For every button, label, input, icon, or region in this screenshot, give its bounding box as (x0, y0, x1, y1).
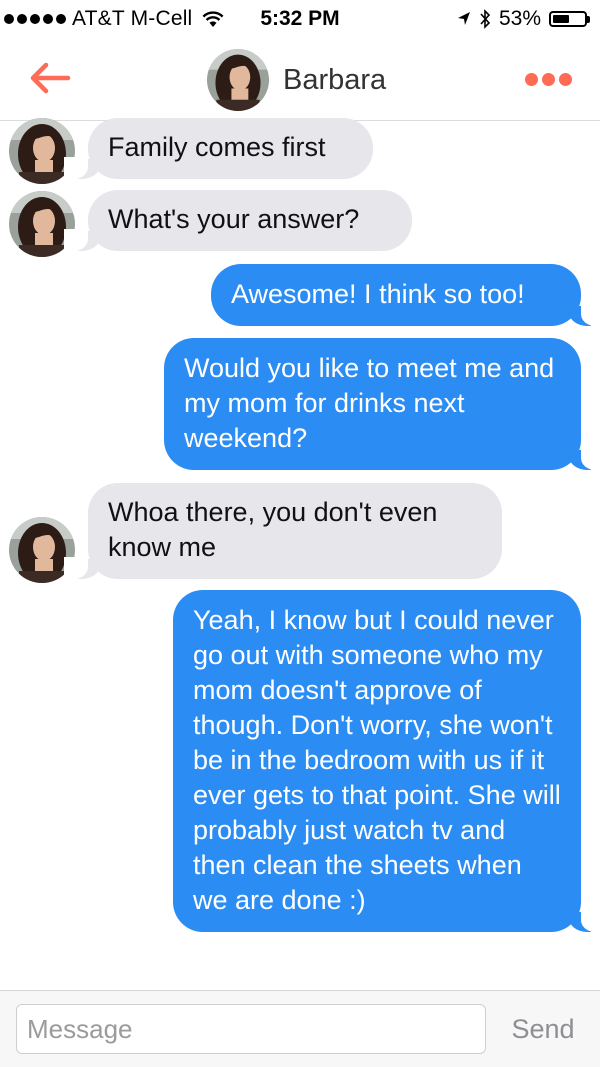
battery-icon (549, 11, 590, 27)
bluetooth-icon (480, 9, 491, 29)
contact-info[interactable]: Barbara (207, 49, 386, 111)
message-bubble-incoming: Family comes first (64, 118, 373, 179)
location-icon (457, 12, 470, 25)
status-right: 53% (457, 7, 590, 31)
conversation-header: Barbara (0, 40, 600, 121)
status-bar: AT&T M-Cell 5:32 PM 53% (0, 0, 600, 40)
battery-percent: 53% (498, 7, 541, 30)
message-composer: Send (0, 990, 600, 1067)
contact-name: Barbara (283, 63, 387, 96)
message-bubble-incoming: What's your answer? (64, 190, 412, 251)
message-input[interactable] (16, 1004, 486, 1054)
message-bubble-outgoing: Yeah, I know but I could never go out wi… (173, 590, 600, 932)
more-dots-icon[interactable] (525, 73, 572, 86)
message-bubble-incoming: Whoa there, you don't even know me (64, 483, 502, 579)
arrow-left-icon[interactable] (28, 60, 72, 96)
message-bubble-outgoing: Would you like to meet me and my mom for… (164, 338, 600, 470)
message-bubble-outgoing: Awesome! I think so too! (211, 264, 600, 326)
send-button[interactable]: Send (500, 1009, 586, 1049)
contact-avatar (207, 49, 269, 111)
